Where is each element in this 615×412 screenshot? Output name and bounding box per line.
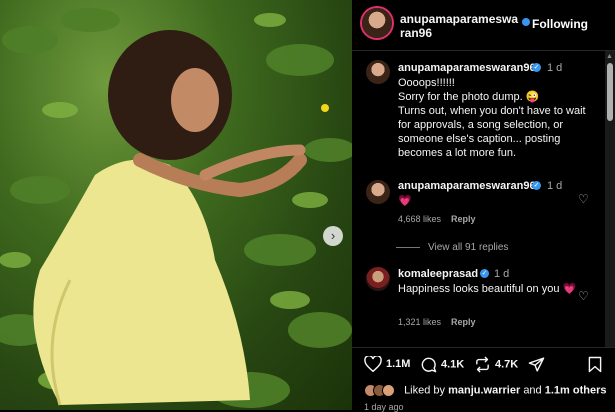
liked-by-user[interactable]: manju.warrier (448, 384, 520, 396)
liked-by-and: and (523, 384, 542, 397)
post-photo[interactable]: › (0, 0, 352, 410)
repost-button[interactable]: 4.7K (474, 356, 518, 373)
caption-line: for approvals, a song selection, or (398, 119, 564, 131)
reply-button[interactable]: Reply (451, 317, 476, 327)
posted-time: 1 day ago (364, 402, 404, 412)
post-header: anupamaparameswaran96 Following (352, 0, 615, 51)
comment-time: 1 d (547, 180, 563, 192)
header-username[interactable]: anupamaparameswaran96 (400, 12, 522, 40)
share-icon (528, 357, 545, 372)
divider (396, 246, 420, 248)
liked-by: Liked by manju.warrier and 1.1m others (364, 384, 606, 397)
save-button[interactable] (588, 356, 606, 373)
avatar[interactable] (366, 180, 390, 204)
liked-by-others[interactable]: 1.1m others (545, 384, 607, 396)
comments-list: anupamaparameswaran96 ✓ 1 d Oooops!!!!!!… (352, 51, 608, 347)
comment-meta: 1,321 likes Reply (398, 317, 476, 327)
photo-illustration (0, 8, 352, 408)
shares-count: 4.7K (495, 358, 519, 371)
comment-time: 1 d (494, 268, 510, 280)
comment-button[interactable]: 4.1K (420, 356, 464, 373)
like-button[interactable]: 1.1M (364, 355, 411, 373)
share-button[interactable] (528, 356, 549, 373)
comment-text: 💗 (398, 195, 412, 207)
caption-line: becomes a lot more fun. (398, 147, 517, 159)
bookmark-icon (588, 356, 602, 373)
comment-text: Happiness looks beautiful on you 💗 (398, 283, 577, 295)
verified-icon: ✓ (480, 269, 489, 278)
scroll-thumb[interactable] (607, 63, 613, 121)
avatar[interactable] (362, 8, 392, 38)
comment-likes[interactable]: 1,321 likes (398, 317, 441, 327)
caption-line: Turns out, when you don't have to wait (398, 105, 586, 117)
reply-button[interactable]: Reply (451, 214, 476, 224)
comment-username[interactable]: komaleeprasad (398, 268, 478, 280)
comment-username[interactable]: anupamaparameswaran96 (398, 62, 536, 74)
post-details-panel: anupamaparameswaran96 Following anupamap… (352, 0, 615, 412)
avatar (382, 384, 395, 397)
comment-time: 1 d (547, 62, 563, 74)
verified-icon: ✓ (532, 181, 541, 190)
repost-icon (476, 356, 489, 373)
heart-icon[interactable]: ♡ (578, 192, 589, 206)
verified-icon (522, 18, 530, 26)
avatar[interactable] (366, 60, 390, 84)
verified-icon: ✓ (532, 63, 541, 72)
chevron-right-icon[interactable]: › (323, 226, 343, 246)
liked-by-prefix: Liked by (404, 384, 446, 397)
comments-count: 4.1K (441, 358, 465, 371)
caption-line: Sorry for the photo dump. 😜 (398, 91, 540, 103)
following-button[interactable]: Following (532, 17, 588, 31)
post-actions: 1.1M 4.1K 4.7K Liked by manju.warrier an… (352, 347, 615, 412)
caption-line: Oooops!!!!!! (398, 77, 455, 89)
avatar[interactable] (366, 267, 390, 291)
comment-username[interactable]: anupamaparameswaran96 (398, 180, 536, 192)
view-replies-button[interactable]: View all 91 replies (396, 242, 508, 253)
caption-line: someone else's caption... posting (398, 133, 561, 145)
heart-icon[interactable]: ♡ (578, 289, 589, 303)
comment-icon (421, 357, 437, 373)
scroll-up-icon[interactable]: ▲ (606, 53, 613, 60)
comment-meta: 4,668 likes Reply (398, 214, 476, 224)
view-replies-label: View all 91 replies (428, 242, 509, 253)
heart-icon (364, 355, 382, 373)
likes-count: 1.1M (386, 357, 411, 370)
comment-likes[interactable]: 4,668 likes (398, 214, 441, 224)
comments-scrollbar[interactable]: ▲ (605, 51, 615, 347)
